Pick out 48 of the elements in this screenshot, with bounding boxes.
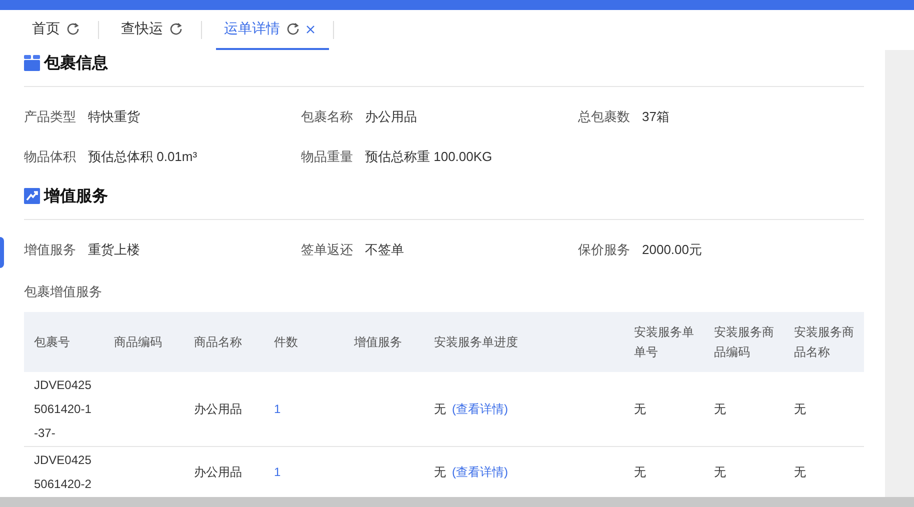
refresh-icon[interactable] [169, 22, 183, 36]
drawer-handle[interactable] [0, 237, 4, 268]
field-value: 37箱 [642, 108, 670, 126]
column-header: 包裹号 [24, 312, 104, 372]
tab[interactable]: 查快运 [113, 10, 197, 50]
column-header: 安装服务单进度 [424, 312, 624, 372]
column-header: 安装服务商品名称 [784, 312, 864, 372]
table-cell: 无 [784, 372, 864, 446]
refresh-icon[interactable] [286, 22, 300, 36]
field-value: 重货上楼 [88, 241, 140, 259]
table-cell: JDVE04255061420-1-37- [24, 372, 104, 446]
column-header: 商品编码 [104, 312, 184, 372]
field-label: 包裹名称 [301, 108, 353, 126]
column-header: 安装服务单单号 [624, 312, 704, 372]
column-header: 增值服务 [344, 312, 424, 372]
section-title: 增值服务 [44, 186, 108, 206]
table-title: 包裹增值服务 [24, 283, 103, 301]
box-icon [24, 55, 40, 71]
field-label: 物品重量 [301, 148, 353, 166]
tab[interactable]: 运单详情 [216, 10, 329, 50]
column-header: 件数 [264, 312, 344, 372]
table-cell: 办公用品 [184, 372, 264, 446]
field-label: 签单返还 [301, 241, 353, 259]
column-header: 安装服务商品编码 [704, 312, 784, 372]
trend-icon [24, 188, 40, 204]
table-cell: 无 [704, 372, 784, 446]
scrollbar[interactable] [0, 497, 914, 507]
view-details-link[interactable]: (查看详情) [452, 465, 508, 479]
field-label: 物品体积 [24, 148, 76, 166]
field-label: 产品类型 [24, 108, 76, 126]
field-value: 特快重货 [88, 108, 140, 126]
field-value: 不签单 [365, 241, 404, 259]
section-title: 包裹信息 [44, 53, 108, 74]
tab[interactable]: 首页 [24, 10, 94, 50]
table-cell: 无 (查看详情) [424, 372, 624, 446]
table-cell: 1 [264, 372, 344, 446]
field-value: 办公用品 [365, 108, 417, 126]
refresh-icon[interactable] [66, 22, 80, 36]
field-label: 保价服务 [578, 241, 630, 259]
view-details-link[interactable]: (查看详情) [452, 402, 508, 416]
table-cell: 无 [624, 372, 704, 446]
column-header: 商品名称 [184, 312, 264, 372]
field-value: 预估总称重 100.00KG [365, 148, 492, 166]
field-label: 增值服务 [24, 241, 76, 259]
field-value: 预估总体积 0.01m³ [88, 148, 198, 166]
field-label: 总包裹数 [578, 108, 630, 126]
field-value: 2000.00元 [642, 241, 702, 259]
close-icon[interactable] [306, 24, 315, 34]
